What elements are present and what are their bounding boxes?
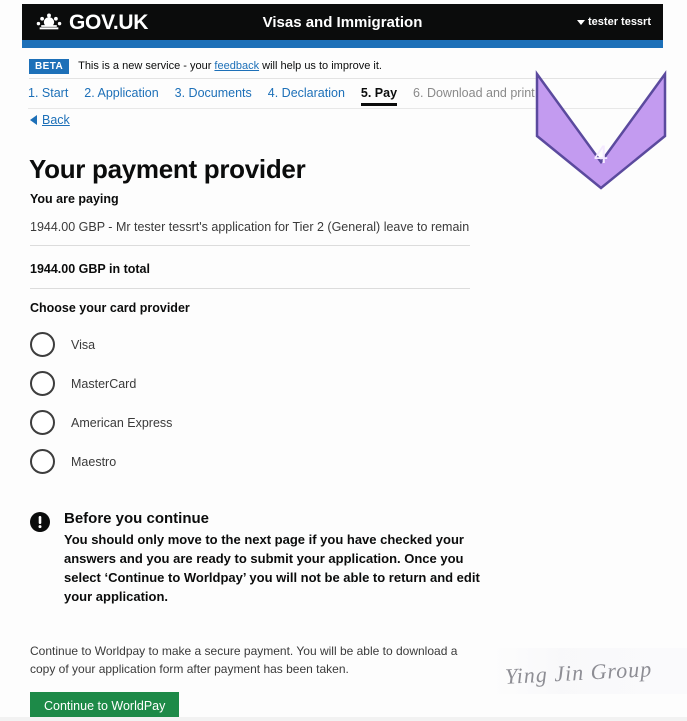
page-root: GOV.UK Visas and Immigration tester tess… (0, 0, 687, 721)
radio-option-maestro[interactable]: Maestro (30, 442, 450, 481)
radio-option-american-express[interactable]: American Express (30, 403, 450, 442)
warning-title: Before you continue (64, 510, 210, 527)
radio-label-american-express: American Express (71, 415, 173, 430)
beta-banner: BETA This is a new service - your feedba… (29, 55, 663, 77)
progress-step-nav: 1. Start 2. Application 3. Documents 4. … (28, 86, 535, 106)
radio-label-maestro: Maestro (71, 454, 117, 469)
radio-circle-maestro[interactable] (30, 449, 55, 474)
step-3-documents[interactable]: 3. Documents (175, 86, 252, 103)
radio-label-mastercard: MasterCard (71, 376, 137, 391)
radio-circle-american-express[interactable] (30, 410, 55, 435)
payment-description: 1944.00 GBP - Mr tester tessrt's applica… (30, 220, 470, 234)
radio-label-visa: Visa (71, 337, 96, 352)
page-title: Your payment provider (29, 154, 306, 185)
back-arrow-icon (30, 115, 37, 125)
banner-divider (29, 78, 663, 79)
radio-option-mastercard[interactable]: MasterCard (30, 364, 450, 403)
choose-card-provider-label: Choose your card provider (30, 301, 190, 315)
user-menu[interactable]: tester tessrt (577, 16, 651, 28)
divider-below-total (30, 288, 470, 289)
header-blue-strip (22, 40, 663, 48)
gov-uk-header: GOV.UK Visas and Immigration tester tess… (22, 4, 663, 40)
bottom-edge (0, 717, 687, 721)
step-2-application[interactable]: 2. Application (84, 86, 158, 103)
you-are-paying-label: You are paying (30, 192, 119, 206)
caret-down-icon (577, 19, 586, 25)
step-4-declaration[interactable]: 4. Declaration (268, 86, 345, 103)
annotation-step-number: 4 (594, 141, 608, 169)
beta-text-before: This is a new service - your (78, 60, 215, 72)
radio-option-visa[interactable]: Visa (30, 325, 450, 364)
card-provider-radio-group: Visa MasterCard American Express Maestro (30, 325, 450, 481)
step-nav-divider (28, 108, 663, 109)
back-link[interactable]: Back (30, 113, 70, 127)
continue-to-worldpay-button[interactable]: Continue to WorldPay (30, 692, 180, 720)
warning-text-wrap: Before you continue You should only move… (64, 510, 480, 606)
annotation-arrow-shape (535, 70, 667, 190)
beta-tag: BETA (29, 58, 70, 74)
gov-uk-logo-text: GOV.UK (69, 10, 149, 34)
warning-body: You should only move to the next page if… (64, 532, 480, 604)
radio-circle-visa[interactable] (30, 332, 55, 357)
radio-circle-mastercard[interactable] (30, 371, 55, 396)
feedback-link[interactable]: feedback (214, 60, 259, 72)
beta-text-after: will help us to improve it. (259, 60, 382, 72)
beta-banner-text: This is a new service - your feedback wi… (78, 60, 382, 72)
exclamation-circle-icon (30, 512, 50, 606)
crown-icon (36, 12, 62, 32)
footer-copy: Continue to Worldpay to make a secure pa… (30, 644, 458, 676)
gov-uk-logo[interactable]: GOV.UK (36, 12, 148, 33)
step-5-pay[interactable]: 5. Pay (360, 86, 398, 106)
step-1-start[interactable]: 1. Start (28, 86, 68, 103)
back-link-label: Back (42, 113, 70, 127)
payment-total: 1944.00 GBP in total (30, 262, 150, 276)
user-menu-label: tester tessrt (588, 16, 651, 28)
step-6-download-and-print: 6. Download and print (413, 86, 535, 100)
divider-above-total (30, 245, 470, 246)
warning-panel: Before you continue You should only move… (30, 510, 480, 606)
